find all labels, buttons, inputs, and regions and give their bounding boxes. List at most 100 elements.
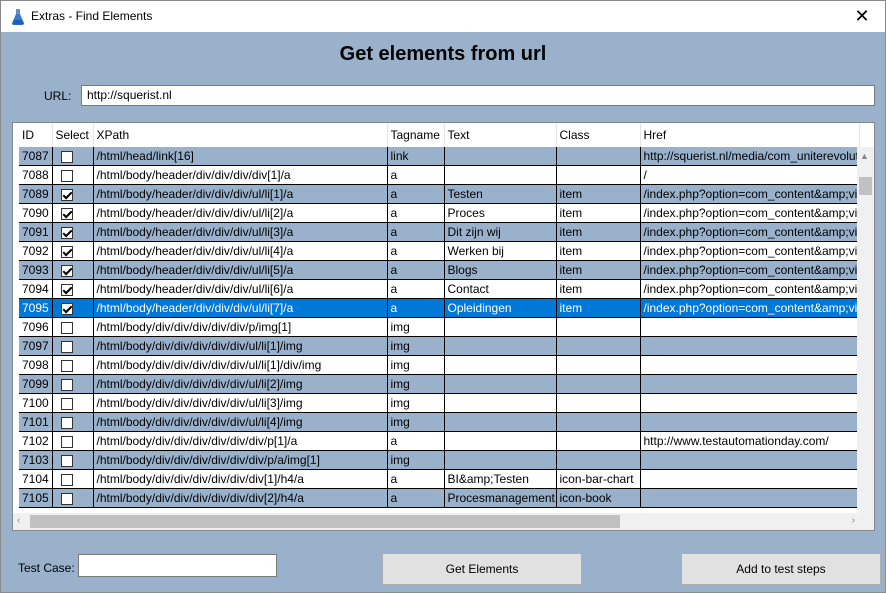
vertical-scrollbar[interactable]: ▲: [857, 147, 874, 515]
window-title: Extras - Find Elements: [31, 9, 153, 23]
id-cell: 7104: [19, 469, 53, 489]
url-input[interactable]: http://squerist.nl: [81, 85, 875, 106]
text-cell: Opleidingen: [444, 298, 557, 318]
column-header[interactable]: Tagname: [387, 123, 445, 147]
select-checkbox[interactable]: [60, 169, 73, 182]
table-row[interactable]: 7105/html/body/div/div/div/div/div/div[2…: [19, 488, 860, 508]
vertical-scroll-thumb[interactable]: [859, 177, 872, 195]
horizontal-scroll-thumb[interactable]: [30, 515, 620, 528]
select-checkbox[interactable]: [60, 378, 73, 391]
select-cell: [52, 165, 94, 185]
text-cell: [444, 412, 557, 432]
scroll-right-icon[interactable]: ›: [852, 515, 855, 526]
select-checkbox[interactable]: [60, 397, 73, 410]
class-cell: [556, 393, 641, 413]
select-checkbox[interactable]: [60, 340, 73, 353]
scroll-left-icon[interactable]: ‹: [17, 515, 20, 526]
xpath-cell: /html/body/div/div/div/div/div/div/p/a/i…: [93, 450, 388, 470]
test-case-input[interactable]: [78, 554, 277, 577]
class-cell: [556, 412, 641, 432]
table-row[interactable]: 7097/html/body/div/div/div/div/div/ul/li…: [19, 336, 860, 356]
table-row[interactable]: 7104/html/body/div/div/div/div/div/div[1…: [19, 469, 860, 489]
select-checkbox[interactable]: [60, 492, 73, 505]
class-cell: [556, 450, 641, 470]
select-checkbox[interactable]: [60, 245, 73, 258]
xpath-cell: /html/body/div/div/div/div/div/ul/li[1]/…: [93, 336, 388, 356]
table-row[interactable]: 7093/html/body/header/div/div/div/ul/li[…: [19, 260, 860, 280]
table-row[interactable]: 7090/html/body/header/div/div/div/ul/li[…: [19, 203, 860, 223]
table-row[interactable]: 7091/html/body/header/div/div/div/ul/li[…: [19, 222, 860, 242]
xpath-cell: /html/body/header/div/div/div/ul/li[3]/a: [93, 222, 388, 242]
text-cell: Testen: [444, 184, 557, 204]
select-checkbox[interactable]: [60, 454, 73, 467]
select-cell: [52, 412, 94, 432]
column-header[interactable]: Select: [52, 123, 94, 147]
class-cell: item: [556, 279, 641, 299]
column-header[interactable]: Href: [640, 123, 860, 147]
select-cell: [52, 241, 94, 261]
select-checkbox[interactable]: [60, 283, 73, 296]
text-cell: [444, 336, 557, 356]
tagname-cell: a: [387, 431, 445, 451]
select-cell: [52, 203, 94, 223]
tagname-cell: a: [387, 184, 445, 204]
tagname-cell: img: [387, 336, 445, 356]
elements-table: ID Select XPath Tagname Text Class Href 7087/h…: [19, 123, 860, 508]
xpath-cell: /html/body/div/div/div/div/div/p/img[1]: [93, 317, 388, 337]
select-checkbox[interactable]: [60, 302, 73, 315]
select-checkbox[interactable]: [60, 264, 73, 277]
select-checkbox[interactable]: [60, 226, 73, 239]
select-checkbox[interactable]: [60, 416, 73, 429]
column-header[interactable]: XPath: [93, 123, 388, 147]
table-row[interactable]: 7099/html/body/div/div/div/div/div/ul/li…: [19, 374, 860, 394]
id-cell: 7100: [19, 393, 53, 413]
column-header[interactable]: ID: [19, 123, 53, 147]
class-cell: [556, 165, 641, 185]
table-row[interactable]: 7098/html/body/div/div/div/div/div/ul/li…: [19, 355, 860, 375]
xpath-cell: /html/head/link[16]: [93, 147, 388, 166]
select-checkbox[interactable]: [60, 150, 73, 163]
table-row[interactable]: 7087/html/head/link[16] link http://squeri…: [19, 147, 860, 166]
xpath-cell: /html/body/header/div/div/div/div[1]/a: [93, 165, 388, 185]
table-row[interactable]: 7089/html/body/header/div/div/div/ul/li[…: [19, 184, 860, 204]
href-cell: /: [640, 165, 860, 185]
href-cell: /index.php?option=com_content&amp;view=a…: [640, 260, 860, 280]
column-header[interactable]: Text: [444, 123, 557, 147]
href-cell: /index.php?option=com_content&amp;view=a…: [640, 241, 860, 261]
select-checkbox[interactable]: [60, 321, 73, 334]
select-checkbox[interactable]: [60, 359, 73, 372]
get-elements-button[interactable]: Get Elements: [382, 553, 582, 585]
select-checkbox[interactable]: [60, 435, 73, 448]
elements-grid[interactable]: ID Select XPath Tagname Text Class Href 7087/h…: [12, 122, 875, 531]
text-cell: [444, 450, 557, 470]
table-row[interactable]: 7094/html/body/header/div/div/div/ul/li[…: [19, 279, 860, 299]
table-row[interactable]: 7095/html/body/header/div/div/div/ul/li[…: [19, 298, 860, 318]
add-to-test-steps-button[interactable]: Add to test steps: [681, 553, 881, 585]
table-row[interactable]: 7102/html/body/div/div/div/div/div/div/p…: [19, 431, 860, 451]
select-cell: [52, 374, 94, 394]
table-row[interactable]: 7103/html/body/div/div/div/div/div/div/p…: [19, 450, 860, 470]
id-cell: 7105: [19, 488, 53, 508]
table-row[interactable]: 7100/html/body/div/div/div/div/div/ul/li…: [19, 393, 860, 413]
text-cell: [444, 147, 557, 166]
grid-body: 7087/html/head/link[16] link http://squeri…: [19, 147, 860, 508]
column-header[interactable]: Class: [556, 123, 641, 147]
select-checkbox[interactable]: [60, 473, 73, 486]
scroll-up-icon[interactable]: ▲: [860, 151, 869, 161]
select-cell: [52, 450, 94, 470]
table-row[interactable]: 7101/html/body/div/div/div/div/div/ul/li…: [19, 412, 860, 432]
xpath-cell: /html/body/header/div/div/div/ul/li[5]/a: [93, 260, 388, 280]
select-checkbox[interactable]: [60, 207, 73, 220]
xpath-cell: /html/body/header/div/div/div/ul/li[4]/a: [93, 241, 388, 261]
close-button[interactable]: ✕: [839, 1, 885, 32]
select-checkbox[interactable]: [60, 188, 73, 201]
id-cell: 7102: [19, 431, 53, 451]
xpath-cell: /html/body/div/div/div/div/div/ul/li[3]/…: [93, 393, 388, 413]
table-row[interactable]: 7088/html/body/header/div/div/div/div[1]…: [19, 165, 860, 185]
table-row[interactable]: 7092/html/body/header/div/div/div/ul/li[…: [19, 241, 860, 261]
tagname-cell: img: [387, 374, 445, 394]
text-cell: [444, 165, 557, 185]
table-row[interactable]: 7096/html/body/div/div/div/div/div/p/img…: [19, 317, 860, 337]
id-cell: 7097: [19, 336, 53, 356]
horizontal-scrollbar[interactable]: ‹ ›: [13, 513, 859, 530]
